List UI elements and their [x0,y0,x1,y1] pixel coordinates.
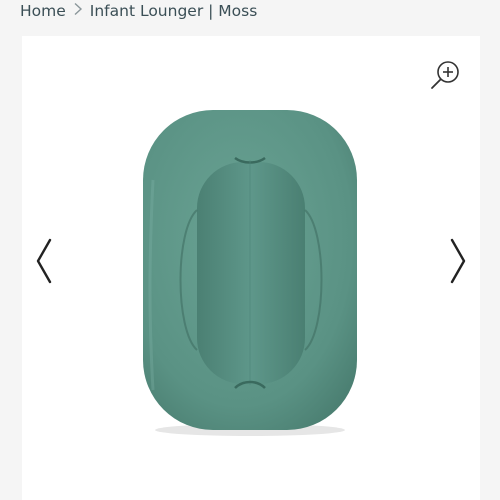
product-page: Home Infant Lounger | Moss [0,0,500,500]
next-image-button[interactable] [444,236,472,286]
breadcrumb: Home Infant Lounger | Moss [20,0,257,22]
breadcrumb-current: Infant Lounger | Moss [89,2,258,20]
breadcrumb-home-link[interactable]: Home [20,2,66,20]
chevron-right-icon [66,2,90,20]
chevron-left-icon [36,238,52,284]
zoom-in-icon[interactable] [429,58,463,92]
infant-lounger-product-image [143,110,357,436]
chevron-right-icon [450,238,466,284]
previous-image-button[interactable] [32,236,60,286]
